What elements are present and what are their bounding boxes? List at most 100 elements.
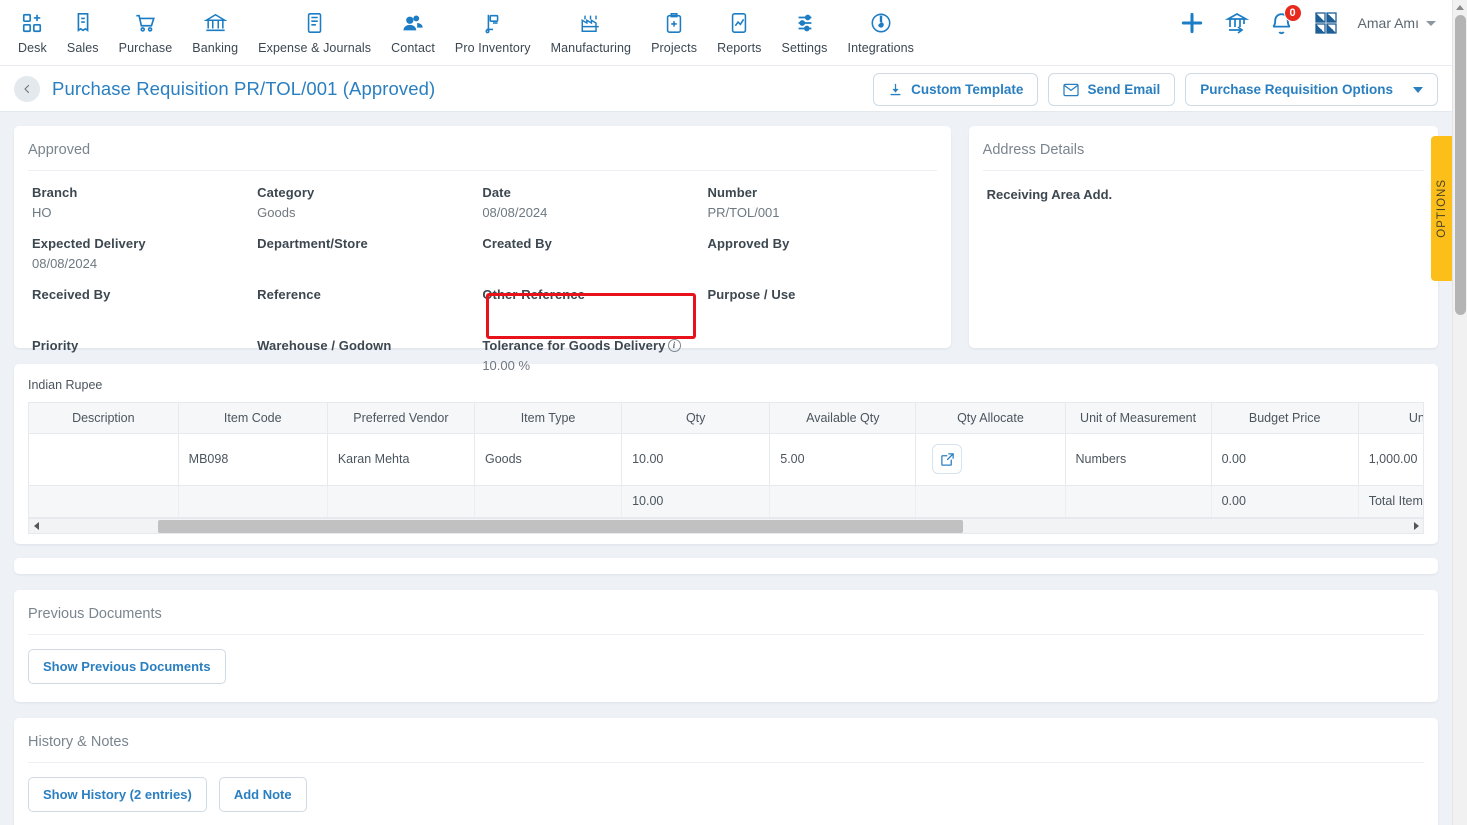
chevron-down-icon xyxy=(1426,20,1436,26)
nav-item-expense-journals[interactable]: Expense & Journals xyxy=(248,8,381,57)
nav-item-projects[interactable]: Projects xyxy=(641,8,707,57)
address-card-title: Address Details xyxy=(982,126,1424,171)
field-label: Received By xyxy=(32,287,111,302)
col-unit-of-measurement[interactable]: Unit of Measurement xyxy=(1065,403,1212,434)
add-note-button[interactable]: Add Note xyxy=(218,776,307,812)
table-totals-row: 10.00 0.00 Total Item Va xyxy=(29,485,1423,518)
nav-item-reports[interactable]: Reports xyxy=(707,8,771,57)
col-item-code[interactable]: Item Code xyxy=(178,403,328,434)
field-received-by: Received By xyxy=(32,287,257,322)
col-qty-allocate[interactable]: Qty Allocate xyxy=(915,403,1066,434)
cell-available-qty: 5.00 xyxy=(769,433,917,486)
field-warehouse-godown: Warehouse / Godown xyxy=(257,338,482,373)
field-value: PR/TOL/001 xyxy=(707,205,780,220)
nav-item-manufacturing[interactable]: Manufacturing xyxy=(541,8,642,57)
nav-label-banking: Banking xyxy=(192,41,239,55)
col-description[interactable]: Description xyxy=(29,403,179,434)
nav-item-integrations[interactable]: Integrations xyxy=(838,8,925,57)
show-history-button[interactable]: Show History (2 entries) xyxy=(28,776,207,812)
field-date: Date 08/08/2024 xyxy=(482,185,707,220)
field-label: Expected Delivery xyxy=(32,236,146,251)
nav-label-integrations: Integrations xyxy=(847,41,915,55)
items-horizontal-scrollbar[interactable] xyxy=(28,517,1424,534)
table-row[interactable]: MB098 Karan Mehta Goods 10.00 5.00 Numbe… xyxy=(29,433,1423,486)
col-unit-price-rate[interactable]: Unit Price/Rate xyxy=(1358,403,1423,434)
page-title: Purchase Requisition PR/TOL/001 (Approve… xyxy=(52,77,436,99)
col-qty[interactable]: Qty xyxy=(621,403,771,434)
nav-item-sales[interactable]: Sales xyxy=(57,8,109,57)
purchase-requisition-options-button[interactable]: Purchase Requisition Options xyxy=(1185,73,1438,106)
app-viewport: Desk Sales Purchase Banking Expense & Jo… xyxy=(0,0,1452,825)
notification-count-badge: 0 xyxy=(1283,3,1302,22)
nav-item-purchase[interactable]: Purchase xyxy=(109,8,183,57)
scrollbar-thumb[interactable] xyxy=(158,519,963,533)
settings-sliders-icon xyxy=(794,10,816,36)
total-blank-3 xyxy=(327,485,475,518)
col-preferred-vendor[interactable]: Preferred Vendor xyxy=(327,403,475,434)
field-category: Category Goods xyxy=(257,185,482,220)
col-available-qty[interactable]: Available Qty xyxy=(769,403,917,434)
field-value: 10.00 % xyxy=(482,358,531,373)
nav-item-pro-inventory[interactable]: Pro Inventory xyxy=(445,8,541,57)
cell-qty: 10.00 xyxy=(621,433,771,486)
nav-item-contact[interactable]: Contact xyxy=(381,8,445,57)
field-value xyxy=(257,358,482,373)
scroll-left-arrow-icon[interactable] xyxy=(29,521,43,530)
add-new-icon[interactable] xyxy=(1179,10,1205,36)
send-email-label: Send Email xyxy=(1087,82,1161,97)
total-blank-1 xyxy=(29,485,179,518)
field-value xyxy=(708,256,933,271)
back-button[interactable] xyxy=(14,75,40,102)
details-card-title: Approved xyxy=(28,126,937,171)
field-value: 08/08/2024 xyxy=(482,205,548,220)
currency-label: Indian Rupee xyxy=(28,378,103,392)
previous-documents-card: Previous Documents Show Previous Documen… xyxy=(14,589,1438,702)
field-value: Goods xyxy=(257,205,296,220)
banking-bank-icon xyxy=(203,10,227,36)
custom-template-button[interactable]: Custom Template xyxy=(873,73,1039,106)
col-item-type[interactable]: Item Type xyxy=(474,403,623,434)
nav-label-settings: Settings xyxy=(781,41,828,55)
bank-transfer-icon[interactable] xyxy=(1224,11,1249,35)
show-previous-documents-button[interactable]: Show Previous Documents xyxy=(28,648,226,684)
field-label: Date xyxy=(482,185,511,200)
chevron-down-icon xyxy=(1413,86,1423,93)
send-email-button[interactable]: Send Email xyxy=(1048,73,1176,106)
page-header: Purchase Requisition PR/TOL/001 (Approve… xyxy=(0,66,1452,112)
expense-journal-icon xyxy=(304,10,326,36)
field-value: 08/08/2024 xyxy=(32,256,98,271)
options-side-tab-label: OPTIONS xyxy=(1436,179,1448,238)
scrollbar-track[interactable] xyxy=(43,519,1409,533)
field-tolerance-for-goods-delivery: Tolerance for Goods Delivery i 10.00 % xyxy=(482,338,707,373)
field-value xyxy=(708,343,933,358)
page-header-actions: Custom Template Send Email Purchase Requ… xyxy=(873,73,1438,106)
nav-label-desk: Desk xyxy=(18,41,47,55)
line-items-card: Indian Rupee Description Item Code Prefe… xyxy=(14,364,1438,544)
tolerance-label-text: Tolerance for Goods Delivery xyxy=(482,338,666,353)
total-blank-7 xyxy=(1065,485,1212,518)
info-icon[interactable]: i xyxy=(667,339,681,352)
page-scrollbar[interactable] xyxy=(1452,0,1467,825)
apps-grid-icon[interactable] xyxy=(1314,11,1338,35)
nav-label-purchase: Purchase xyxy=(118,41,173,55)
nav-item-settings[interactable]: Settings xyxy=(772,8,838,57)
field-label: Number xyxy=(707,185,758,200)
page-scrollbar-thumb[interactable] xyxy=(1455,15,1466,315)
top-nav-right-actions: 0 Amar Amı xyxy=(1179,3,1440,36)
notifications-bell-icon[interactable]: 0 xyxy=(1269,3,1302,36)
nav-item-banking[interactable]: Banking xyxy=(182,8,248,57)
field-purpose-use: Purpose / Use xyxy=(708,287,933,322)
options-side-tab[interactable]: OPTIONS xyxy=(1431,136,1452,281)
scroll-right-arrow-icon[interactable] xyxy=(1409,521,1423,530)
field-value xyxy=(257,307,482,322)
nav-item-desk[interactable]: Desk xyxy=(8,8,57,57)
scroll-up-arrow-icon[interactable] xyxy=(1453,0,1467,15)
col-budget-price[interactable]: Budget Price xyxy=(1211,403,1359,434)
history-notes-title: History & Notes xyxy=(28,733,129,750)
cell-item-type: Goods xyxy=(474,433,623,486)
user-account-menu[interactable]: Amar Amı xyxy=(1358,15,1440,31)
qty-allocate-external-link-icon[interactable] xyxy=(932,444,963,474)
field-label: Department/Store xyxy=(257,236,368,251)
total-blank-6 xyxy=(915,485,1066,518)
total-qty: 10.00 xyxy=(621,485,771,518)
